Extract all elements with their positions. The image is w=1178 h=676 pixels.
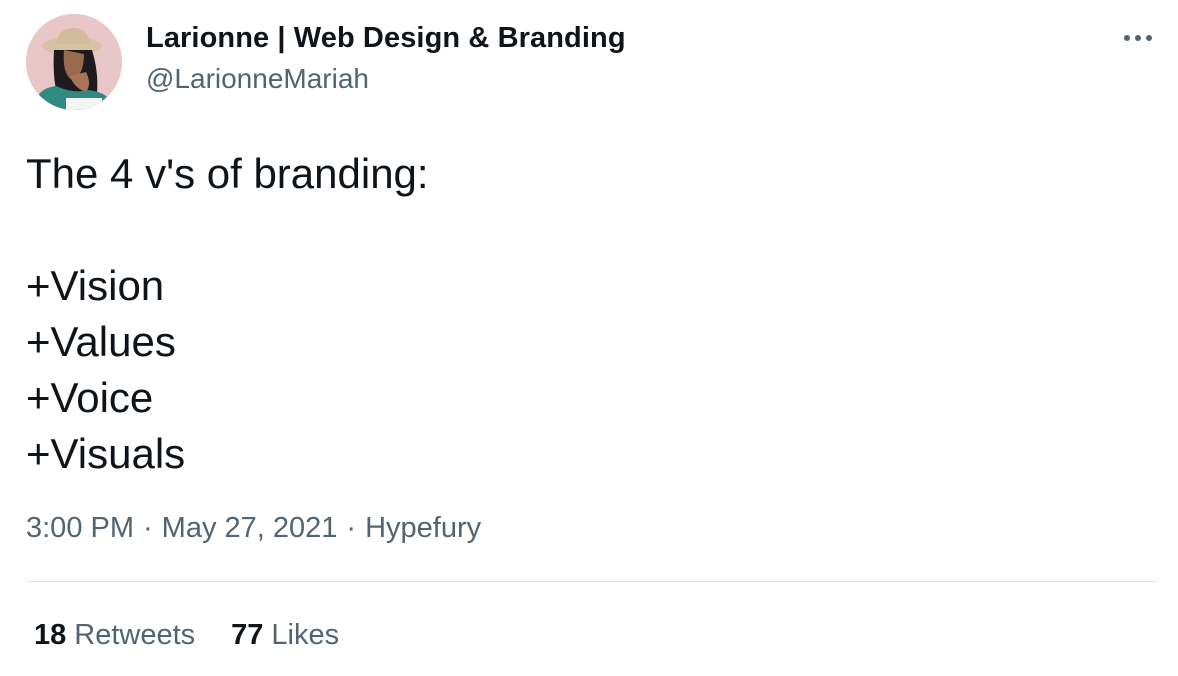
more-horizontal-icon: [1124, 35, 1152, 41]
author-display-name[interactable]: Larionne | Web Design & Branding: [146, 22, 626, 55]
avatar-illustration-icon: [26, 14, 122, 110]
likes-stat-link[interactable]: 77 Likes: [231, 619, 339, 652]
more-options-button[interactable]: [1120, 24, 1156, 52]
tweet-stats: 18 Retweets 77 Likes: [34, 619, 339, 652]
likes-count: 77: [231, 619, 264, 651]
tweet-date-link[interactable]: May 27, 2021: [162, 512, 338, 544]
author-avatar[interactable]: [26, 14, 122, 110]
divider: [26, 581, 1158, 582]
likes-label: Likes: [271, 619, 340, 651]
retweets-count: 18: [34, 619, 67, 651]
meta-separator: ·: [346, 512, 357, 544]
tweet-source-link[interactable]: Hypefury: [365, 512, 481, 544]
tweet-metadata: 3:00 PM · May 27, 2021 · Hypefury: [26, 512, 481, 545]
tweet-line: +Values: [26, 318, 176, 365]
tweet-line: +Voice: [26, 374, 154, 421]
tweet-line: The 4 v's of branding:: [26, 150, 429, 197]
retweets-label: Retweets: [74, 619, 196, 651]
tweet-line: +Visuals: [26, 430, 186, 477]
meta-separator: ·: [143, 512, 153, 544]
retweets-stat-link[interactable]: 18 Retweets: [34, 619, 195, 652]
author-handle[interactable]: @LarionneMariah: [146, 63, 369, 95]
tweet-card: Larionne | Web Design & Branding @Larion…: [0, 0, 1178, 676]
tweet-text: The 4 v's of branding: +Vision +Values +…: [26, 146, 429, 482]
tweet-time-link[interactable]: 3:00 PM: [26, 512, 134, 544]
tweet-line: +Vision: [26, 262, 165, 309]
